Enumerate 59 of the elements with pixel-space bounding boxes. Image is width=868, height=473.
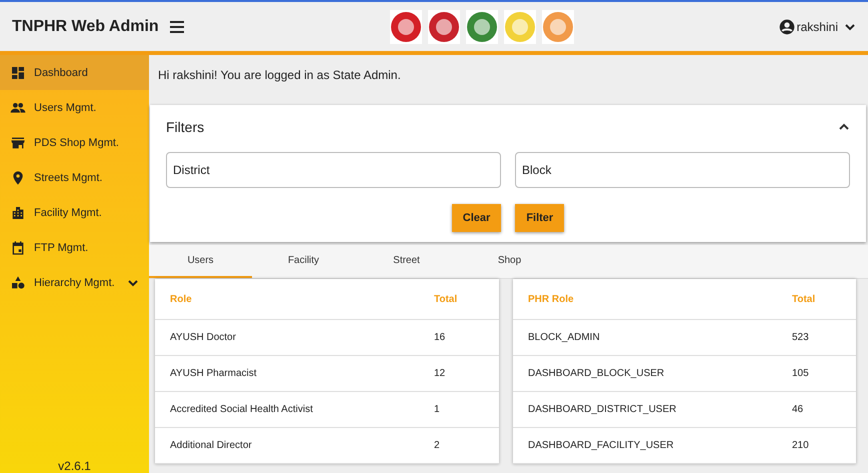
- column-header: Role: [170, 294, 193, 304]
- table-cell-text: DASHBOARD_FACILITY_USER: [528, 440, 675, 451]
- filter-action-button[interactable]: Clear: [452, 204, 502, 232]
- emblem-logo-icon: [542, 10, 574, 44]
- table-cell-text: 2: [434, 440, 441, 451]
- table-cell-text: 210: [792, 440, 810, 451]
- filter-field[interactable]: District: [166, 152, 501, 188]
- sidebar-label: Streets Mgmt.: [34, 172, 102, 184]
- table-cell-text: 46: [792, 404, 804, 415]
- emblem-logo-icon: [504, 10, 536, 44]
- table-cell-text: Accredited Social Health Activist: [170, 404, 314, 415]
- emblem-logo-icon: [428, 10, 460, 44]
- table-cell-text: AYUSH Pharmacist: [170, 368, 258, 379]
- sidebar-item[interactable]: Users Mgmt.: [0, 90, 149, 125]
- sidebar-item[interactable]: Dashboard: [0, 55, 149, 90]
- table-cell-text: 16: [434, 332, 446, 343]
- column-header: Total: [792, 294, 816, 304]
- table-cell-text: BLOCK_ADMIN: [528, 332, 601, 343]
- sidebar-label: FTP Mgmt.: [34, 242, 88, 254]
- filter-action-button[interactable]: Filter: [515, 204, 564, 232]
- sidebar-item[interactable]: Hierarchy Mgmt.: [0, 265, 149, 300]
- account-icon: [778, 18, 795, 34]
- column-header: PHR Role: [528, 294, 575, 304]
- user-menu[interactable]: rakshini: [778, 18, 856, 34]
- version-label: v2.6.1: [57, 459, 92, 473]
- table-cell-text: Additional Director: [170, 440, 253, 451]
- app-title: TNPHR Web Admin: [12, 18, 159, 36]
- filter-field[interactable]: Block: [515, 152, 850, 188]
- tab[interactable]: Shop: [458, 245, 561, 278]
- table-cell-text: DASHBOARD_BLOCK_USER: [528, 368, 666, 379]
- emblem-logo-icon: [466, 10, 498, 44]
- sidebar-item[interactable]: Facility Mgmt.: [0, 195, 149, 230]
- building-icon: [10, 204, 26, 220]
- menu-icon[interactable]: [168, 20, 185, 34]
- user-name: rakshini: [796, 20, 838, 34]
- sidebar-label: Users Mgmt.: [34, 102, 96, 114]
- table-cell-text: 523: [792, 332, 810, 343]
- shapes-icon: [10, 274, 26, 290]
- sidebar-label: PDS Shop Mgmt.: [34, 136, 119, 148]
- table-cell-text: 105: [792, 368, 810, 379]
- dashboard-icon: [10, 64, 26, 80]
- greeting-text: Hi rakshini! You are logged in as State Admin.: [157, 67, 402, 84]
- calendar-icon: [10, 240, 26, 256]
- sidebar-label: Hierarchy Mgmt.: [34, 276, 115, 288]
- sidebar-label: Facility Mgmt.: [34, 206, 102, 218]
- store-icon: [10, 134, 26, 150]
- table-cell-text: DASHBOARD_DISTRICT_USER: [528, 404, 678, 415]
- sidebar-item[interactable]: PDS Shop Mgmt.: [0, 125, 149, 160]
- filters-title: Filters: [166, 119, 204, 135]
- sidebar-label: Dashboard: [34, 66, 88, 78]
- table-cell-text: 12: [434, 368, 446, 379]
- sidebar-item[interactable]: FTP Mgmt.: [0, 230, 149, 265]
- tab[interactable]: Facility: [252, 245, 355, 278]
- column-header: Total: [434, 294, 458, 304]
- tab[interactable]: Street: [355, 245, 458, 278]
- emblem-logo-icon: [390, 10, 422, 44]
- table-cell-text: 1: [434, 404, 441, 415]
- sidebar-item[interactable]: Streets Mgmt.: [0, 160, 149, 195]
- table-cell-text: AYUSH Doctor: [170, 332, 237, 343]
